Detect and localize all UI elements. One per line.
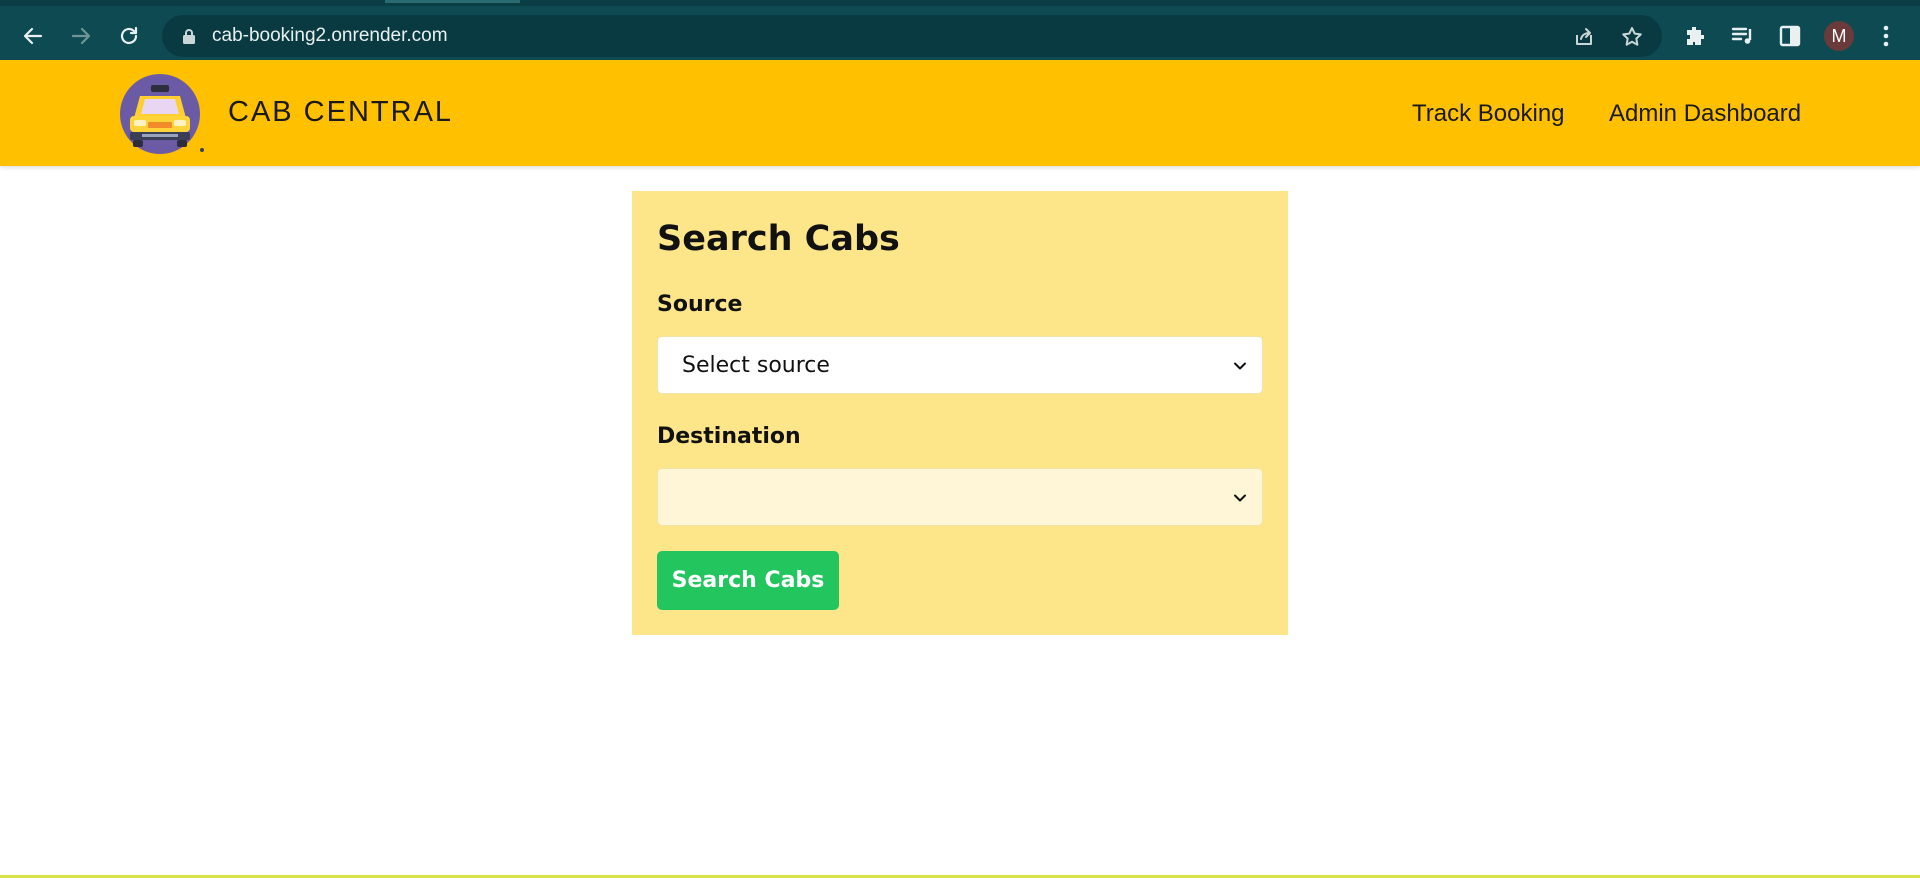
profile-avatar[interactable]: M — [1824, 21, 1854, 51]
source-label: Source — [657, 292, 743, 317]
back-button[interactable] — [15, 18, 51, 54]
destination-select[interactable] — [657, 468, 1263, 526]
search-cabs-card: Search Cabs Source Select source Destina… — [632, 191, 1288, 635]
nav-track-booking[interactable]: Track Booking — [1412, 100, 1565, 128]
back-icon — [23, 27, 43, 45]
browser-toolbar: cab-booking2.onrender.com M — [0, 0, 1920, 60]
side-panel-icon[interactable] — [1777, 23, 1803, 49]
chevron-down-icon — [1234, 494, 1246, 502]
active-tab-indicator — [385, 0, 520, 3]
menu-icon[interactable] — [1873, 23, 1899, 49]
reload-button[interactable] — [111, 18, 147, 54]
forward-icon — [71, 27, 91, 45]
chevron-down-icon — [1234, 362, 1246, 370]
brand-name[interactable]: CAB CENTRAL — [228, 96, 453, 129]
page-title: Search Cabs — [657, 219, 900, 259]
address-bar[interactable]: cab-booking2.onrender.com — [162, 15, 1662, 57]
url-text[interactable]: cab-booking2.onrender.com — [212, 25, 448, 47]
source-select-value: Select source — [682, 352, 830, 378]
source-select[interactable]: Select source — [657, 336, 1263, 394]
star-icon[interactable] — [1620, 25, 1644, 49]
forward-button[interactable] — [63, 18, 99, 54]
site-header: CAB CENTRAL Track Booking Admin Dashboar… — [0, 60, 1920, 166]
search-cabs-button[interactable]: Search Cabs — [657, 551, 839, 610]
destination-label: Destination — [657, 424, 801, 449]
taxi-logo-icon[interactable] — [120, 72, 204, 156]
reload-icon — [120, 26, 138, 45]
nav-admin-dashboard[interactable]: Admin Dashboard — [1609, 100, 1801, 128]
share-icon[interactable] — [1572, 25, 1596, 49]
lock-icon[interactable] — [180, 27, 198, 45]
media-icon[interactable] — [1730, 23, 1756, 49]
extensions-icon[interactable] — [1682, 23, 1708, 49]
